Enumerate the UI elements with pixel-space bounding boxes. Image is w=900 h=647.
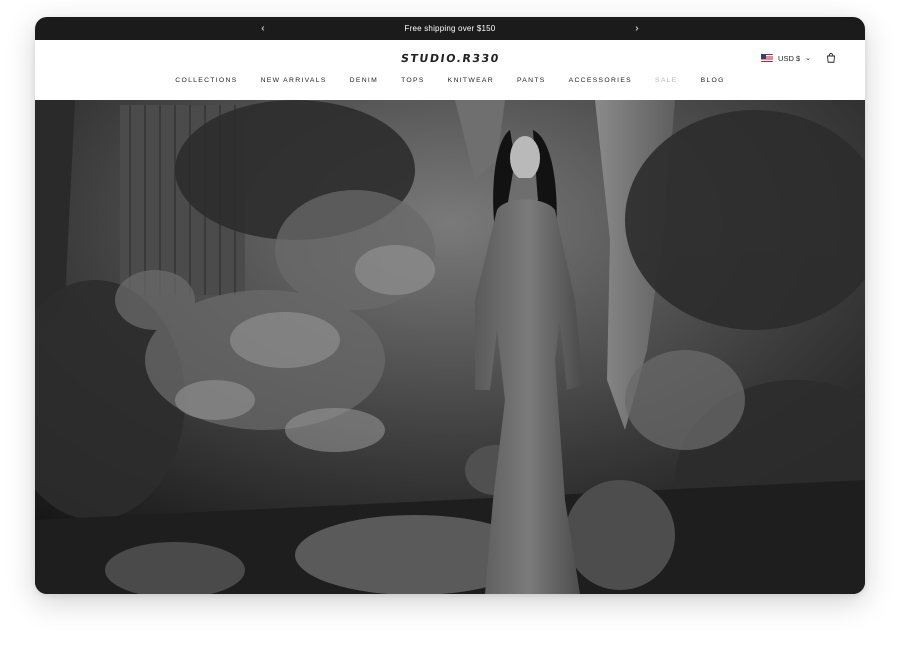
nav-item-pants[interactable]: PANTS [517,77,546,84]
nav-item-knitwear[interactable]: KNITWEAR [448,77,494,84]
nav-item-accessories[interactable]: ACCESSORIES [569,77,632,84]
header-utilities: USD $ ⌄ [761,52,837,64]
nav-item-new-arrivals[interactable]: NEW ARRIVALS [261,77,327,84]
brand-logo-text: STUDIO.R330 [399,52,501,65]
nav-item-sale[interactable]: SALE [655,77,678,84]
nav-item-tops[interactable]: TOPS [401,77,425,84]
nav-item-denim[interactable]: DENIM [350,77,378,84]
announcement-text: Free shipping over $150 [404,24,496,33]
currency-label: USD $ [778,53,801,63]
announcement-bar: ‹ Free shipping over $150 › [35,17,865,40]
us-flag-icon [761,54,774,62]
site-header: STUDIO.R330 USD $ ⌄ COLLECTIONS NEW ARRI… [35,40,865,101]
chevron-down-icon: ⌄ [805,55,811,62]
nav-item-blog[interactable]: BLOG [701,77,725,84]
main-navigation: COLLECTIONS NEW ARRIVALS DENIM TOPS KNIT… [35,77,865,84]
chevron-right-icon[interactable]: › [627,17,647,40]
nav-item-collections[interactable]: COLLECTIONS [175,77,237,84]
hero-photo [35,100,865,594]
browser-window: ‹ Free shipping over $150 › STUDIO.R330 … [35,17,865,594]
chevron-left-icon[interactable]: ‹ [253,17,273,40]
hero-image[interactable] [35,100,865,594]
shopping-bag-icon[interactable] [825,52,837,64]
brand-logo[interactable]: STUDIO.R330 [35,52,865,65]
currency-selector[interactable]: USD $ ⌄ [761,54,811,63]
